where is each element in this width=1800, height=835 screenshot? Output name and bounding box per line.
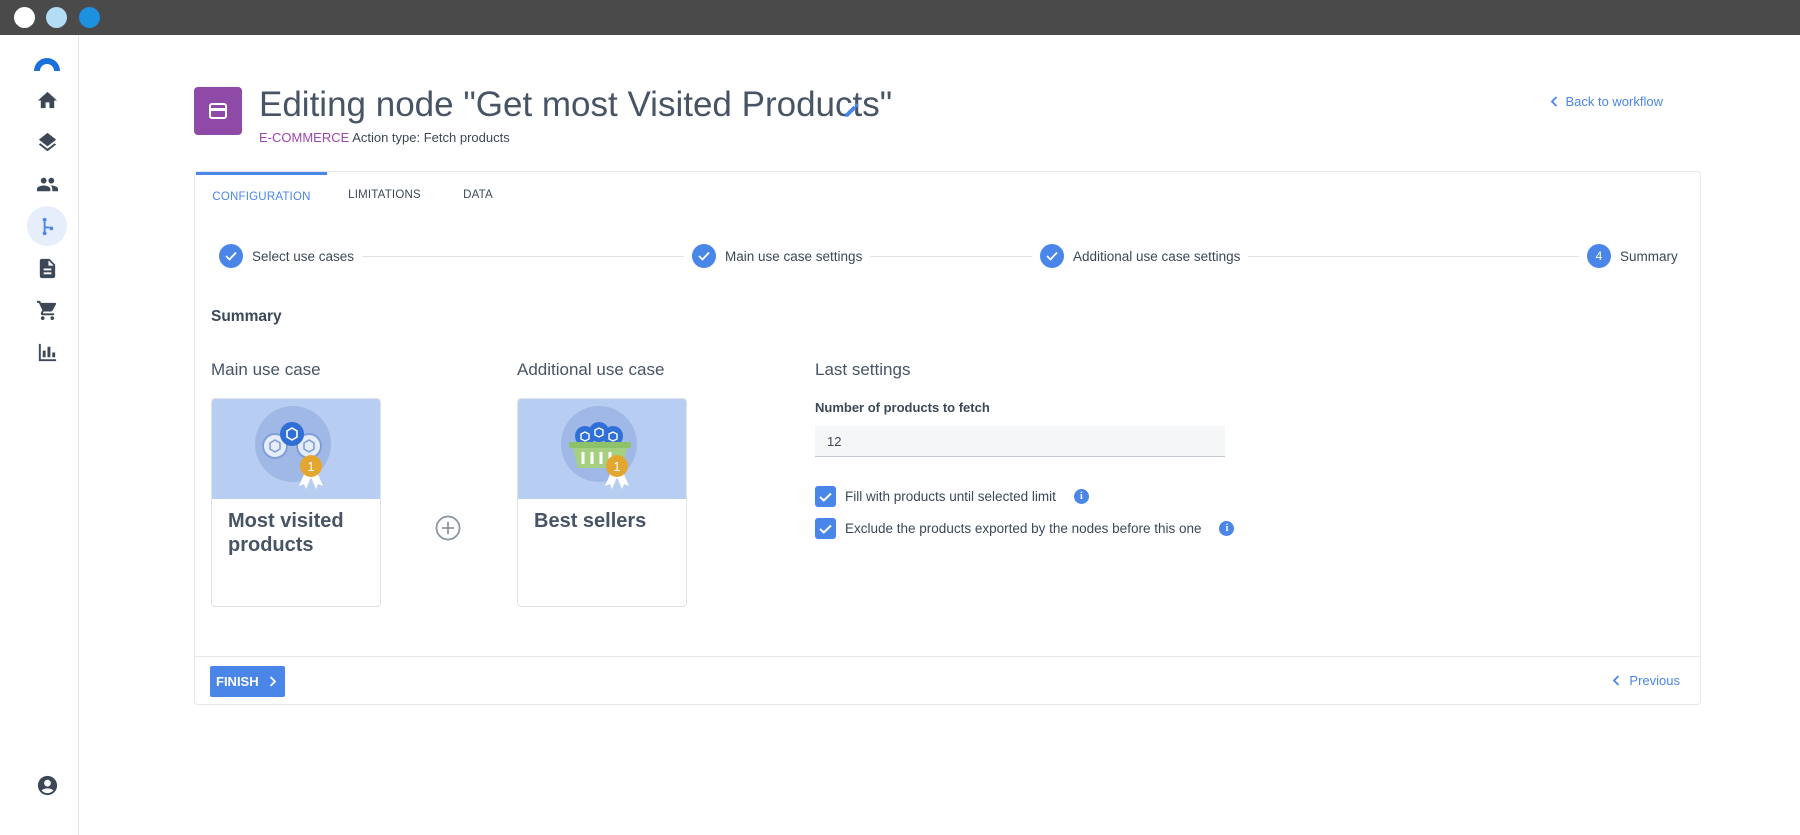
additional-use-case-card[interactable]: 1 Best sellers [517,398,687,607]
edit-pencil-icon[interactable] [843,101,861,119]
window-titlebar [0,0,1800,35]
boxes-award-icon: 1 [255,406,331,489]
window-maximize-button[interactable] [79,7,100,28]
category-label: E-COMMERCE [259,130,350,145]
node-editor-card: CONFIGURATION LIMITATIONS DATA Select us… [194,171,1701,705]
tab-bar: CONFIGURATION LIMITATIONS DATA [195,172,1700,218]
account-icon [37,775,57,795]
exclude-products-option: Exclude the products exported by the nod… [815,518,1235,539]
chevron-left-icon [1551,96,1558,107]
badge-number: 1 [307,459,314,474]
back-to-workflow-link[interactable]: Back to workflow [1550,94,1663,109]
node-type-icon [194,87,242,135]
previous-label: Previous [1629,673,1680,688]
step-label: Select use cases [252,248,355,264]
home-icon [37,91,57,108]
card-footer: FINISH Previous [195,656,1700,706]
main-use-case-heading: Main use case [211,360,321,379]
tab-data[interactable]: DATA [442,172,514,218]
step-done-check-icon [219,244,243,268]
cart-icon [36,300,56,320]
tab-limitations[interactable]: LIMITATIONS [327,172,442,218]
info-icon[interactable]: i [1073,489,1089,504]
sidebar-item-workflow[interactable] [27,206,67,246]
products-count-label: Number of products to fetch [815,400,990,415]
best-sellers-illustration: 1 [518,399,686,499]
step-summary[interactable]: 4 Summary [1579,244,1678,268]
sidebar-item-ecommerce[interactable] [27,290,67,330]
products-count-input[interactable] [815,426,1225,457]
sidebar-item-layers[interactable] [27,122,67,162]
tab-configuration[interactable]: CONFIGURATION [196,172,327,218]
info-icon[interactable]: i [1219,521,1235,536]
previous-button[interactable]: Previous [1613,673,1680,688]
main-use-case-card[interactable]: 1 Most visited products [211,398,381,607]
people-icon [36,177,58,191]
step-label: Main use case settings [725,248,863,264]
workflow-icon [42,217,53,235]
additional-use-case-name: Best sellers [534,510,647,532]
sidebar-item-analytics[interactable] [27,332,67,372]
sidebar [0,35,79,835]
check-icon [819,524,832,534]
most-visited-illustration: 1 [212,399,380,499]
layers-icon [38,132,56,151]
action-type-label: Action type: Fetch products [352,130,510,145]
step-done-check-icon [1040,244,1064,268]
back-to-workflow-label: Back to workflow [1565,94,1663,109]
summary-heading: Summary [211,308,282,325]
page-title: Editing node "Get most Visited Products" [259,85,893,124]
main-use-case-name: Most visited products [228,510,344,556]
credit-card-icon [209,103,227,119]
sidebar-item-documents[interactable] [27,248,67,288]
chevron-right-icon [269,676,276,687]
brand-logo-icon[interactable] [32,55,62,72]
step-done-check-icon [692,244,716,268]
last-settings-heading: Last settings [815,360,911,379]
window-minimize-button[interactable] [46,7,67,28]
fill-products-label: Fill with products until selected limit [845,489,1056,504]
basket-award-icon: 1 [561,406,637,489]
sidebar-item-home[interactable] [27,80,67,120]
step-main-use-case-settings[interactable]: Main use case settings [684,244,871,268]
fill-products-option: Fill with products until selected limit … [815,486,1089,507]
exclude-products-checkbox[interactable] [815,518,836,539]
step-additional-use-case-settings[interactable]: Additional use case settings [1032,244,1249,268]
sidebar-item-account[interactable] [27,765,67,805]
badge-number: 1 [613,459,620,474]
exclude-products-label: Exclude the products exported by the nod… [845,521,1202,536]
chart-icon [38,343,56,361]
stepper-line [235,256,1635,257]
step-select-use-cases[interactable]: Select use cases [219,244,363,268]
document-icon [39,258,55,278]
step-label: Summary [1620,248,1678,264]
step-number: 4 [1587,244,1611,268]
main-content: Editing node "Get most Visited Products"… [79,35,1800,835]
step-label: Additional use case settings [1073,248,1241,264]
window-close-button[interactable] [14,7,35,28]
additional-use-case-heading: Additional use case [517,360,665,379]
fill-products-checkbox[interactable] [815,486,836,507]
chevron-left-icon [1613,675,1620,686]
node-subtitle: E-COMMERCE Action type: Fetch products [259,130,510,145]
finish-button[interactable]: FINISH [210,666,285,697]
plus-circle-icon [435,515,461,541]
check-icon [819,492,832,502]
finish-label: FINISH [216,674,259,689]
sidebar-item-people[interactable] [27,164,67,204]
